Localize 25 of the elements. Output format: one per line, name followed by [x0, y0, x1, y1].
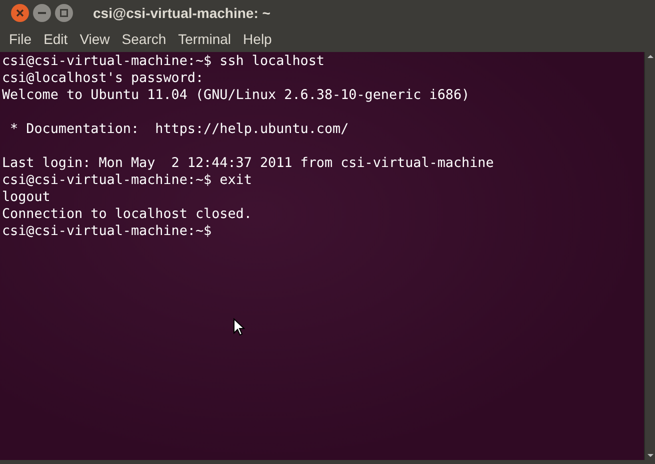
menu-item[interactable]: File: [3, 28, 38, 50]
terminal-area[interactable]: [0, 52, 644, 460]
terminal-line: csi@localhost's password:: [1, 70, 204, 87]
close-icon: [16, 9, 24, 17]
menu-item[interactable]: Help: [237, 28, 278, 50]
terminal-line: csi@csi-virtual-machine:~$: [1, 223, 212, 240]
terminal-line: csi@csi-virtual-machine:~$ exit: [1, 172, 252, 189]
terminal-line: Connection to localhost closed.: [1, 206, 252, 223]
menu-item[interactable]: Edit: [38, 28, 74, 50]
terminal-line: * Documentation: https://help.ubuntu.com/: [9, 121, 349, 138]
terminal-line: csi@csi-virtual-machine:~$ ssh localhost: [1, 53, 324, 70]
menu-item[interactable]: Search: [116, 28, 172, 50]
mouse-pointer-icon: [233, 318, 245, 336]
terminal-line: logout: [1, 189, 50, 206]
menu-item[interactable]: View: [74, 28, 116, 50]
window-title: csi@csi-virtual-machine: ~: [93, 4, 270, 22]
minimize-icon: [38, 12, 46, 14]
close-button[interactable]: [11, 4, 29, 22]
terminal-line: Welcome to Ubuntu 11.04 (GNU/Linux 2.6.38-10-generic i686): [1, 87, 470, 104]
menu-item[interactable]: Terminal: [172, 28, 238, 50]
scroll-down-icon[interactable]: [646, 451, 654, 460]
maximize-icon: [60, 9, 68, 17]
maximize-button[interactable]: [55, 4, 73, 22]
terminal-line: Last login: Mon May 2 12:44:37 2011 from csi-virtual-machine: [1, 155, 494, 172]
minimize-button[interactable]: [33, 4, 51, 22]
